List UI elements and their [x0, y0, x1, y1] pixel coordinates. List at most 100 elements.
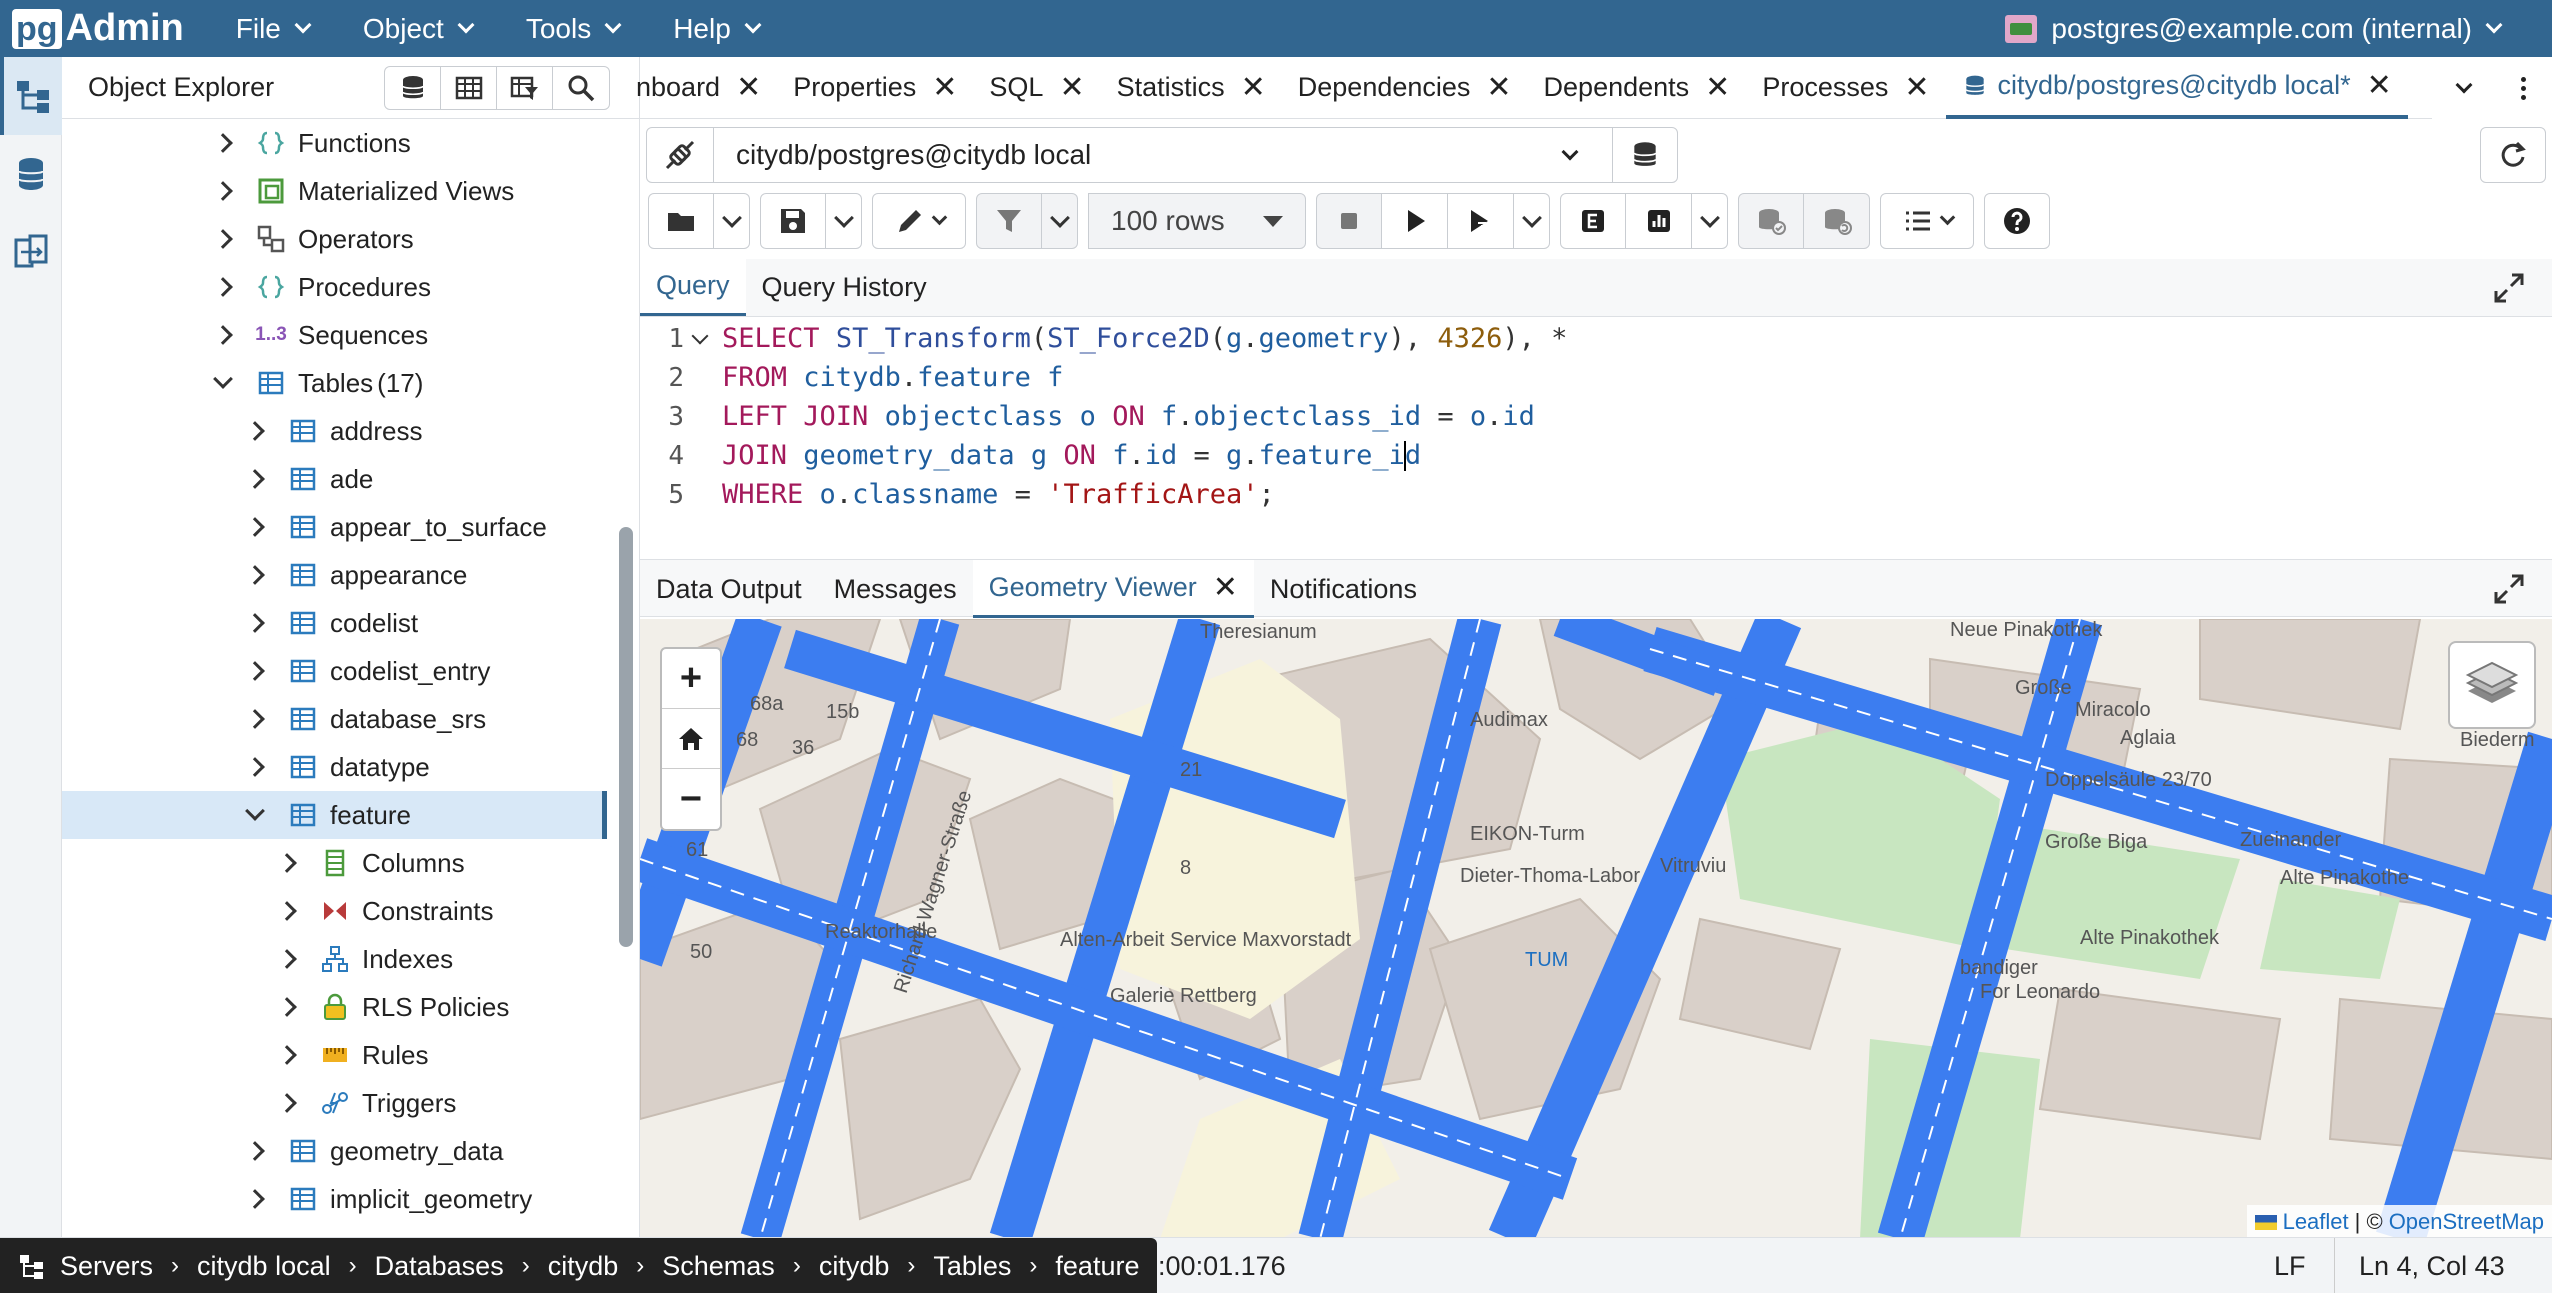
- commit-button[interactable]: [1738, 193, 1804, 249]
- tab-sql[interactable]: SQL ✕: [973, 57, 1100, 119]
- tree-item-feature[interactable]: feature: [62, 791, 607, 839]
- openstreetmap-link[interactable]: OpenStreetMap: [2389, 1209, 2544, 1235]
- tree-item-ade[interactable]: ade: [62, 455, 607, 503]
- reset-layout-button[interactable]: [2480, 127, 2546, 183]
- breadcrumb-item[interactable]: Tables: [933, 1251, 1011, 1282]
- user-menu[interactable]: postgres@example.com (internal): [2005, 0, 2503, 57]
- maximize-icon[interactable]: [2492, 572, 2526, 606]
- tree-item-appear-to-surface[interactable]: appear_to_surface: [62, 503, 607, 551]
- close-icon[interactable]: ✕: [736, 70, 761, 105]
- chevron-right-icon[interactable]: [213, 325, 233, 345]
- tree-item-rls-policies[interactable]: RLS Policies: [62, 983, 607, 1031]
- tree-item-constraints[interactable]: Constraints: [62, 887, 607, 935]
- open-file-dropdown[interactable]: [714, 193, 750, 249]
- breadcrumb-item[interactable]: Schemas: [662, 1251, 775, 1282]
- tree-item-materialized-views[interactable]: Materialized Views: [62, 167, 607, 215]
- more-options-icon[interactable]: [2521, 76, 2527, 100]
- tree-item-codelist-entry[interactable]: codelist_entry: [62, 647, 607, 695]
- filter-dropdown[interactable]: [1042, 193, 1078, 249]
- tab-query-history[interactable]: Query History: [746, 258, 943, 316]
- save-file-button[interactable]: [760, 193, 826, 249]
- tree-item-rules[interactable]: Rules: [62, 1031, 607, 1079]
- tab-processes[interactable]: Processes ✕: [1746, 57, 1945, 119]
- connection-select[interactable]: citydb/postgres@citydb local: [713, 127, 1613, 183]
- chevron-right-icon[interactable]: [245, 421, 265, 441]
- tab-dependents[interactable]: Dependents ✕: [1528, 57, 1747, 119]
- zoom-out-button[interactable]: −: [662, 769, 720, 829]
- tree-item-database-srs[interactable]: database_srs: [62, 695, 607, 743]
- chevron-down-icon[interactable]: [213, 369, 233, 389]
- chevron-right-icon[interactable]: [245, 757, 265, 777]
- geometry-viewer-map[interactable]: Theresianum Neue Pinakothek Audimax Große Mi…: [640, 619, 2552, 1239]
- tab-notifications[interactable]: Notifications: [1254, 560, 1433, 618]
- tab-nboard[interactable]: nboard ✕: [636, 57, 777, 119]
- tab-list-chevron-icon[interactable]: [2455, 76, 2473, 94]
- chevron-right-icon[interactable]: [277, 853, 297, 873]
- menu-help[interactable]: Help: [673, 13, 762, 45]
- rollback-button[interactable]: [1804, 193, 1870, 249]
- tree-item-indexes[interactable]: Indexes: [62, 935, 607, 983]
- tree-item-geometry-data[interactable]: geometry_data: [62, 1127, 607, 1175]
- tree-item-implicit-geometry[interactable]: implicit_geometry: [62, 1175, 607, 1223]
- query-tool-button[interactable]: [0, 135, 62, 213]
- filtered-rows-button[interactable]: [497, 66, 553, 109]
- search-objects-button[interactable]: [553, 67, 609, 109]
- chevron-right-icon[interactable]: [213, 277, 233, 297]
- execute-button[interactable]: [1382, 193, 1448, 249]
- fold-toggle[interactable]: [684, 327, 716, 344]
- tree-item-appearance[interactable]: appearance: [62, 551, 607, 599]
- tab-data-output[interactable]: Data Output: [640, 560, 818, 618]
- tab-properties[interactable]: Properties ✕: [777, 57, 973, 119]
- tree-item-sequences[interactable]: 1..3 Sequences: [62, 311, 607, 359]
- breadcrumb-item[interactable]: Databases: [375, 1251, 504, 1282]
- help-button[interactable]: [1984, 193, 2050, 249]
- tab-dependencies[interactable]: Dependencies ✕: [1282, 57, 1528, 119]
- macros-button[interactable]: [1880, 193, 1974, 249]
- chevron-right-icon[interactable]: [213, 133, 233, 153]
- tree-item-functions[interactable]: Functions: [62, 119, 607, 167]
- tree-item-procedures[interactable]: Procedures: [62, 263, 607, 311]
- menu-tools[interactable]: Tools: [526, 13, 622, 45]
- chevron-right-icon[interactable]: [245, 709, 265, 729]
- explorer-scrollbar[interactable]: [619, 527, 633, 947]
- tree-item-columns[interactable]: Columns: [62, 839, 607, 887]
- chevron-right-icon[interactable]: [245, 517, 265, 537]
- chevron-right-icon[interactable]: [213, 229, 233, 249]
- tab-citydb-postgres-citydb-local[interactable]: citydb/postgres@citydb local* ✕: [1945, 57, 2408, 119]
- chevron-right-icon[interactable]: [213, 181, 233, 201]
- view-data-button[interactable]: [441, 66, 497, 109]
- breadcrumb-item[interactable]: citydb: [819, 1251, 890, 1282]
- filter-button[interactable]: [976, 193, 1042, 249]
- chevron-right-icon[interactable]: [277, 901, 297, 921]
- explain-analyze-button[interactable]: [1626, 193, 1692, 249]
- close-icon[interactable]: ✕: [1486, 70, 1511, 105]
- tab-geometry-viewer[interactable]: Geometry Viewer ✕: [972, 560, 1254, 618]
- query-tool-button[interactable]: [385, 66, 441, 109]
- tree-item-tables[interactable]: Tables (17): [62, 359, 607, 407]
- object-explorer-button[interactable]: [0, 57, 62, 135]
- menu-file[interactable]: File: [236, 13, 312, 45]
- tree-item-datatype[interactable]: datatype: [62, 743, 607, 791]
- chevron-right-icon[interactable]: [277, 949, 297, 969]
- close-icon[interactable]: ✕: [1241, 70, 1266, 105]
- breadcrumb-item[interactable]: citydb local: [197, 1251, 331, 1282]
- new-connection-button[interactable]: [1612, 127, 1678, 183]
- rows-limit-select[interactable]: 100 rows: [1088, 193, 1306, 249]
- chevron-right-icon[interactable]: [245, 565, 265, 585]
- breadcrumb-item[interactable]: citydb: [548, 1251, 619, 1282]
- maximize-icon[interactable]: [2492, 271, 2526, 305]
- breadcrumb-item[interactable]: feature: [1055, 1251, 1139, 1282]
- tab-messages[interactable]: Messages: [818, 560, 973, 618]
- close-icon[interactable]: ✕: [2367, 68, 2392, 103]
- pgadmin-logo[interactable]: pg Admin: [12, 0, 184, 57]
- chevron-right-icon[interactable]: [245, 1141, 265, 1161]
- cancel-query-button[interactable]: [1316, 193, 1382, 249]
- chevron-down-icon[interactable]: [245, 801, 265, 821]
- explain-button[interactable]: [1560, 193, 1626, 249]
- execute-script-button[interactable]: [1448, 193, 1514, 249]
- connection-status-button[interactable]: [646, 127, 714, 183]
- tree-item-address[interactable]: address: [62, 407, 607, 455]
- tab-statistics[interactable]: Statistics ✕: [1101, 57, 1282, 119]
- close-icon[interactable]: ✕: [932, 70, 957, 105]
- chevron-right-icon[interactable]: [245, 469, 265, 489]
